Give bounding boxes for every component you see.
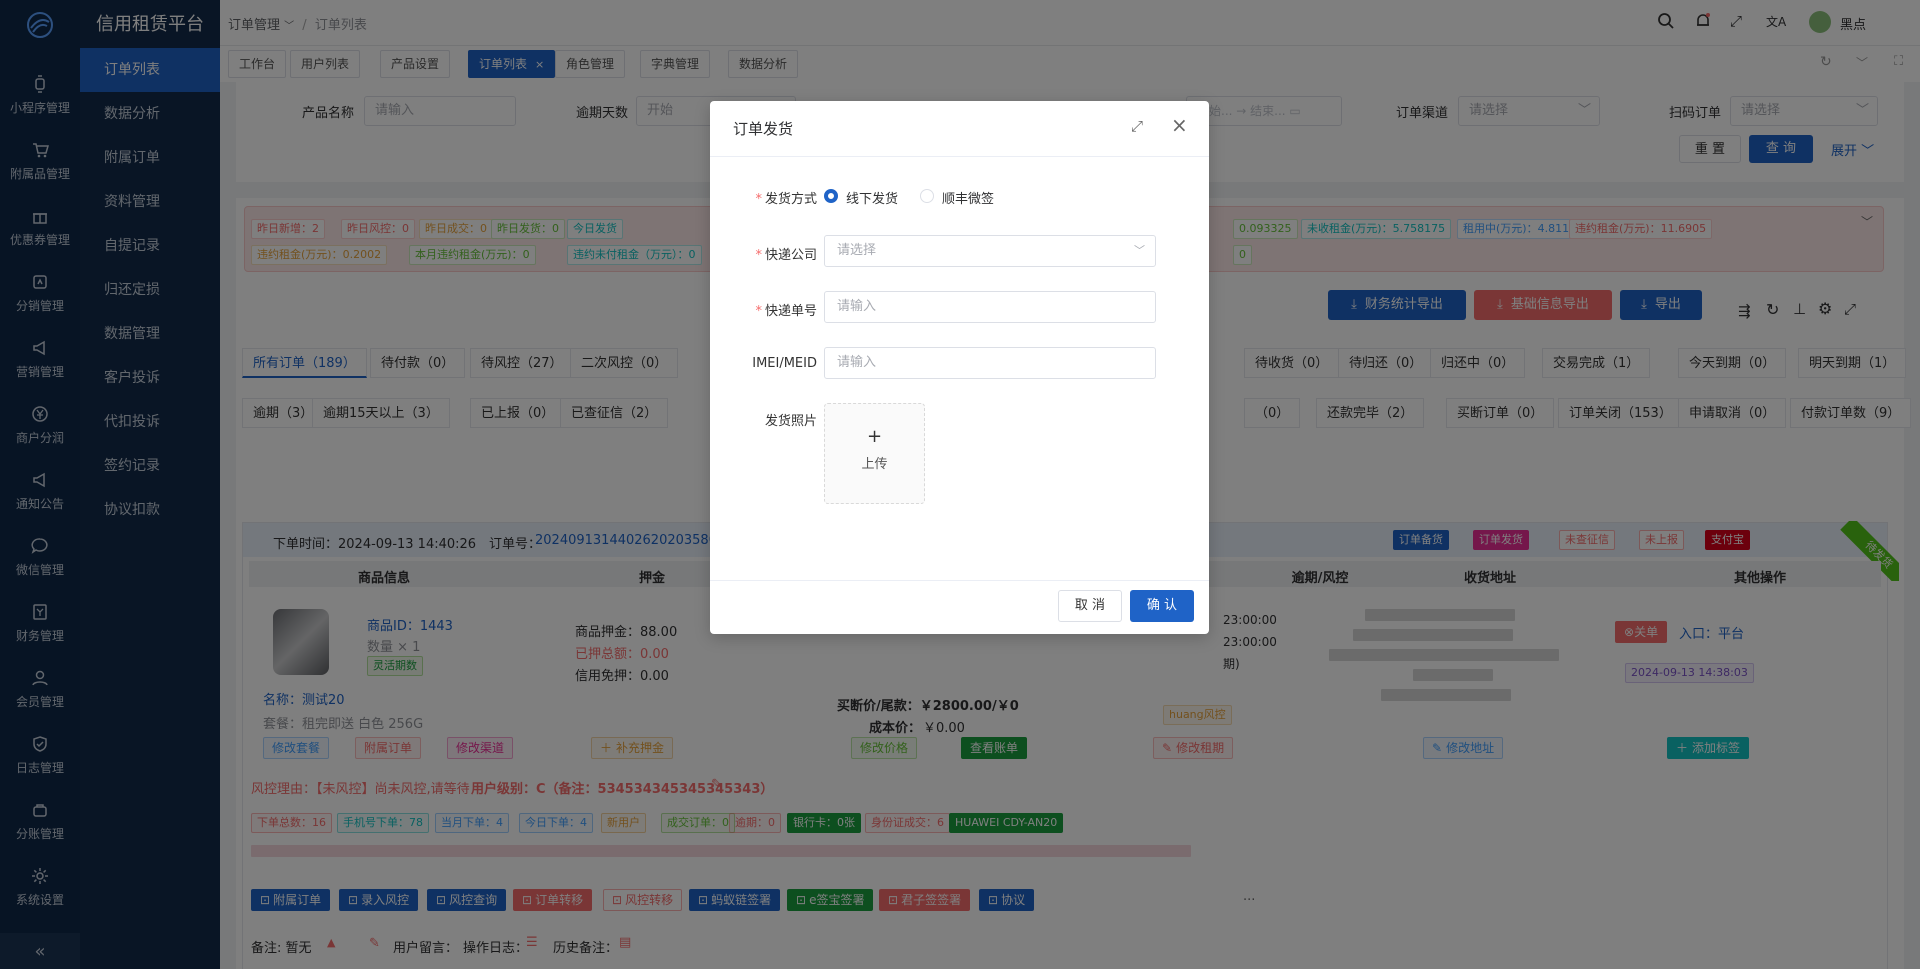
courier-text: 快递公司: [764, 248, 817, 263]
plus-icon: +: [866, 426, 883, 447]
ship-order-dialog: 订单发货 ⤢ × * 发货方式 线下发货 顺丰微签 * 快递公司 请选择 ﹀ * 快递单…: [710, 101, 1209, 634]
divider: [710, 580, 1209, 581]
close-icon[interactable]: ×: [1171, 113, 1188, 137]
dialog-title: 订单发货: [733, 120, 794, 138]
chevron-down-icon: ﹀: [1134, 244, 1145, 257]
tracking-text: 快递单号: [764, 304, 817, 319]
fullscreen-icon[interactable]: ⤢: [1131, 117, 1143, 135]
photo-label: 发货照片: [764, 414, 817, 429]
courier-placeholder: 请选择: [837, 243, 877, 258]
radio-offline-label[interactable]: 线下发货: [846, 188, 898, 207]
tracking-input[interactable]: 请输入: [824, 291, 1156, 323]
courier-label: * 快递公司: [755, 248, 817, 263]
tracking-label: * 快递单号: [755, 304, 817, 319]
ship-method-label: * 发货方式: [755, 192, 817, 207]
courier-select[interactable]: 请选择 ﹀: [824, 235, 1156, 267]
radio-sf-label[interactable]: 顺丰微签: [942, 188, 994, 207]
upload-label: 上传: [861, 457, 888, 472]
confirm-button[interactable]: 确 认: [1130, 590, 1194, 622]
upload-box[interactable]: + 上传: [824, 403, 925, 504]
imei-label: IMEI/MEID: [752, 356, 817, 371]
imei-input[interactable]: 请输入: [824, 347, 1156, 379]
cancel-button[interactable]: 取 消: [1058, 590, 1122, 622]
radio-offline[interactable]: [824, 189, 838, 203]
ship-method-text: 发货方式: [764, 192, 817, 207]
divider: [710, 156, 1209, 157]
radio-sf[interactable]: [920, 189, 934, 203]
